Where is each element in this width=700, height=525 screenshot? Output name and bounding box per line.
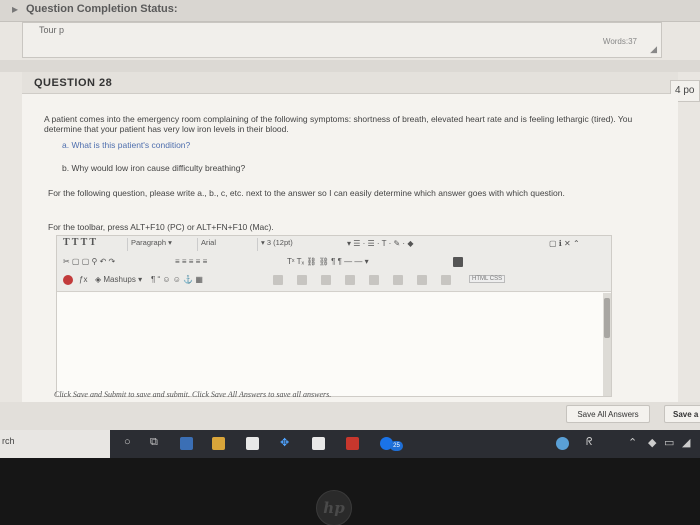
table-icon[interactable] — [345, 275, 355, 285]
dropbox-icon[interactable]: ✥ — [280, 436, 289, 449]
paragraph-select[interactable]: Paragraph ▾ — [127, 238, 197, 251]
save-all-answers-button[interactable]: Save All Answers — [566, 405, 650, 423]
cortana-icon[interactable]: ○ — [124, 436, 131, 448]
table-icon[interactable] — [369, 275, 379, 285]
formula-icon[interactable]: ƒx — [79, 275, 87, 284]
font-label: Arial — [201, 238, 217, 247]
volume-icon[interactable]: ◢ — [682, 436, 690, 449]
mashups-button[interactable]: ◈ Mashups ▾ — [95, 275, 142, 284]
file-explorer-icon[interactable] — [212, 437, 225, 450]
previous-answer-fragment: Tour p — [39, 25, 65, 35]
netflix-icon[interactable] — [346, 437, 359, 450]
spellcheck-icon[interactable] — [453, 257, 463, 267]
status-title: Question Completion Status: — [26, 3, 178, 15]
cut-copy-paste-icon[interactable]: ✂ ▢ ▢ ⚲ ↶ ↷ — [63, 257, 115, 266]
previous-answer-field[interactable]: Tour p Words:37 ◢ — [22, 22, 662, 58]
table-icon[interactable] — [417, 275, 427, 285]
html-css-button[interactable]: HTML CSS — [469, 275, 506, 283]
answer-instructions: For the following question, please write… — [48, 188, 565, 198]
store-icon[interactable] — [246, 437, 259, 450]
task-view-icon[interactable]: ⧉ — [150, 436, 158, 449]
table-icon[interactable] — [297, 275, 307, 285]
resize-grip-icon[interactable]: ◢ — [650, 44, 657, 55]
part-b-label: b. — [62, 163, 70, 173]
divider — [0, 60, 700, 72]
network-icon[interactable]: ◆ — [648, 436, 656, 449]
taskbar-search-text: rch — [2, 436, 15, 446]
question-title: QUESTION 28 — [34, 77, 113, 89]
text-style-buttons[interactable]: T T T T — [63, 237, 96, 248]
people-icon[interactable]: ᖇ — [586, 436, 593, 449]
taskbar-search[interactable]: rch — [0, 430, 110, 458]
help-icon[interactable] — [556, 437, 569, 450]
record-icon[interactable] — [63, 275, 73, 285]
table-icon[interactable] — [441, 275, 451, 285]
tray-chevron-icon[interactable]: ⌃ — [628, 436, 637, 449]
toolbar-row-2: ✂ ▢ ▢ ⚲ ↶ ↷ ≡ ≡ ≡ ≡ ≡ Tˣ Tₓ ⛓ ⛓ ¶ ¶ — — … — [57, 254, 611, 272]
editor-toolbar: T T T T Paragraph ▾ Arial ▾ 3 (12pt) ▾ ☰… — [57, 236, 611, 292]
part-a-label: a. — [62, 140, 70, 150]
notification-badge: 25 — [390, 441, 403, 451]
edge-icon[interactable] — [180, 437, 193, 450]
save-and-submit-button[interactable]: Save a — [664, 405, 700, 423]
table-icon[interactable] — [273, 275, 283, 285]
superscript-subscript-icon[interactable]: Tˣ Tₓ ⛓ ⛓ ¶ ¶ — — ▾ — [287, 257, 369, 266]
expand-caret-icon[interactable]: ▸ — [12, 2, 18, 16]
font-select[interactable]: Arial — [197, 238, 257, 251]
toolbar-right-icons[interactable]: ▢ ℹ ✕ ⌃ — [549, 239, 580, 248]
save-instructions: Click Save and Submit to save and submit… — [54, 390, 332, 399]
battery-icon[interactable]: ▭ — [664, 436, 674, 449]
editor-scrollbar-thumb[interactable] — [604, 298, 610, 338]
table-icon[interactable] — [321, 275, 331, 285]
question-text: A patient comes into the emergency room … — [44, 114, 633, 134]
toolbar-help: For the toolbar, press ALT+F10 (PC) or A… — [48, 222, 274, 232]
size-label: 3 (12pt) — [266, 238, 293, 247]
toolbar-row-1: T T T T Paragraph ▾ Arial ▾ 3 (12pt) ▾ ☰… — [57, 236, 611, 254]
question-part-a: a. What is this patient's condition? — [62, 140, 462, 150]
completion-status-bar[interactable]: ▸ Question Completion Status: — [0, 0, 700, 22]
paragraph-label: Paragraph — [131, 238, 167, 247]
part-b-text: Why would low iron cause difficulty brea… — [71, 163, 246, 173]
answer-text-area[interactable] — [57, 293, 603, 396]
windows-taskbar: rch ○ ⧉ ✥ 25 ᖇ ⌃ ◆ ▭ ◢ — [0, 430, 700, 458]
list-buttons-icon[interactable]: ▾ ☰ · ☰ · T · ✎ · ◆ — [347, 239, 413, 248]
part-a-text: What is this patient's condition? — [71, 140, 191, 150]
word-count: Words:37 — [602, 37, 637, 46]
insert-buttons-icon[interactable]: ¶ “ ☺ ☺ ⚓ ▦ — [151, 275, 203, 284]
hp-logo: hp — [316, 490, 352, 525]
browser-screen: ▸ Question Completion Status: Tour p Wor… — [0, 0, 700, 430]
mashups-label: Mashups — [103, 275, 136, 284]
table-icon[interactable] — [393, 275, 403, 285]
answer-editor: T T T T Paragraph ▾ Arial ▾ 3 (12pt) ▾ ☰… — [56, 235, 612, 397]
question-part-b: b. Why would low iron cause difficulty b… — [62, 163, 462, 173]
toolbar-row-3: ƒx ◈ Mashups ▾ ¶ “ ☺ ☺ ⚓ ▦ HTML CSS — [57, 272, 611, 290]
amazon-icon[interactable] — [312, 437, 325, 450]
question-header: QUESTION 28 — [22, 72, 678, 94]
size-select[interactable]: ▾ 3 (12pt) — [257, 238, 337, 251]
align-buttons-icon[interactable]: ≡ ≡ ≡ ≡ ≡ — [175, 257, 207, 266]
